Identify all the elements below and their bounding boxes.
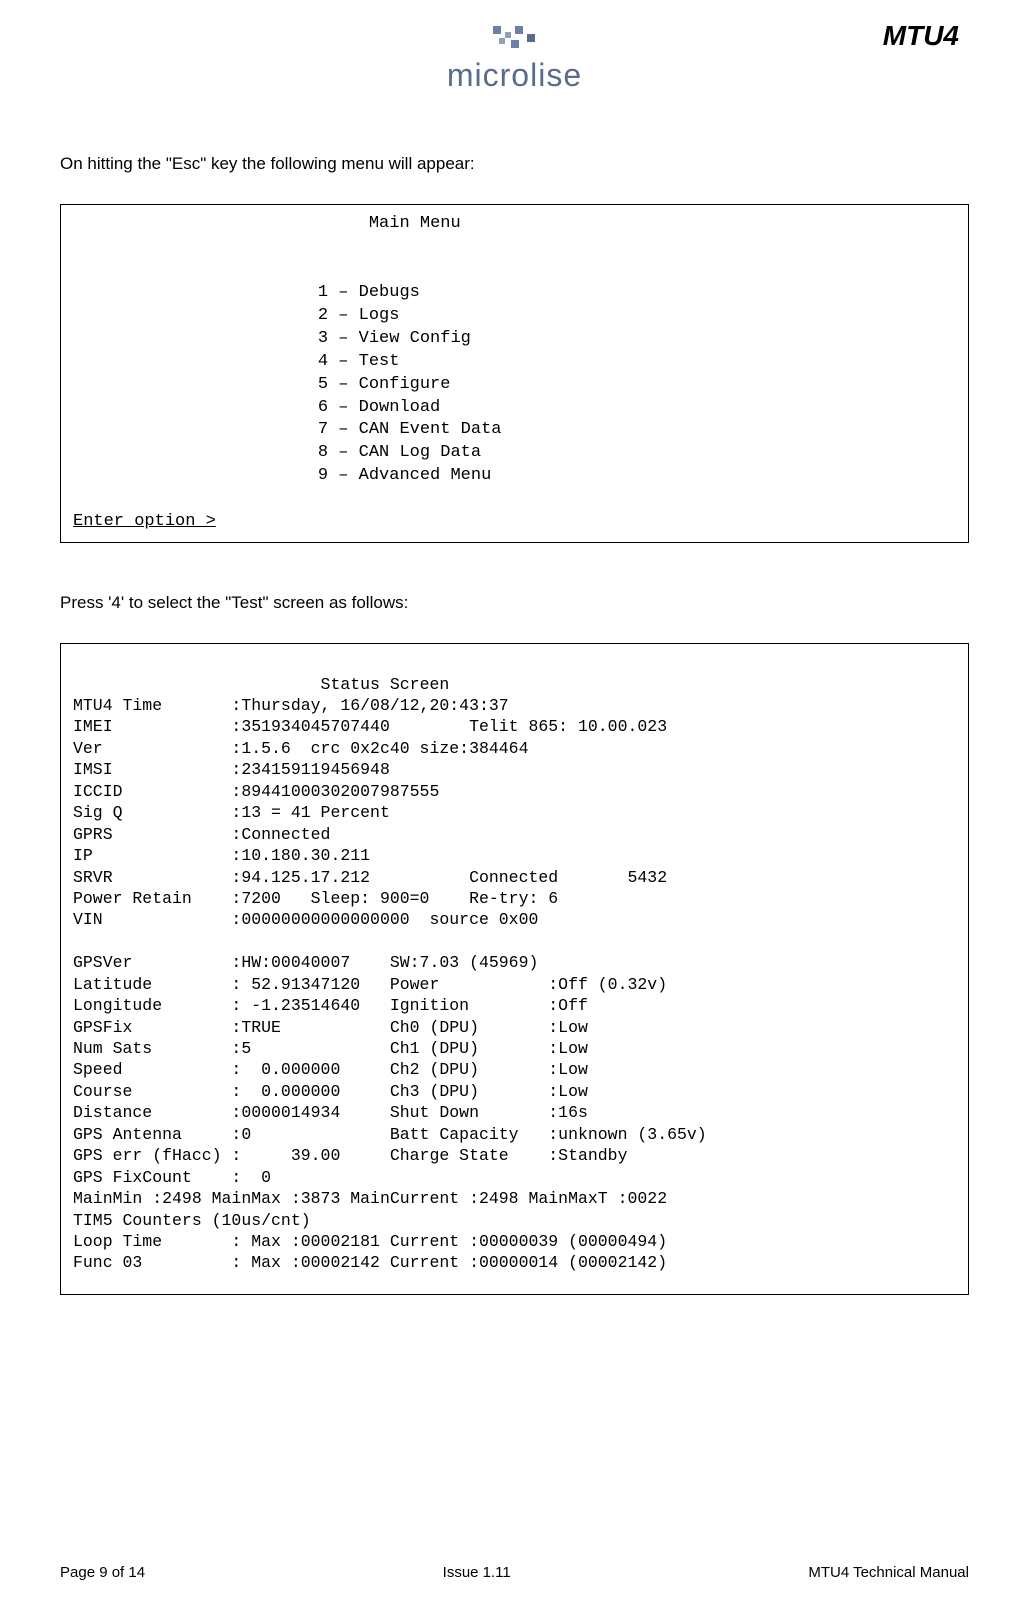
menu-items-block: 1 – Debugs 2 – Logs 3 – View Config 4 – … — [73, 259, 956, 488]
status-line: Latitude : 52.91347120 Power :Off (0.32v… — [73, 975, 667, 994]
menu-item: 3 – View Config — [318, 329, 471, 348]
status-line: MainMin :2498 MainMax :3873 MainCurrent … — [73, 1189, 667, 1208]
status-line: VIN :00000000000000000 source 0x00 — [73, 910, 538, 929]
status-line: Course : 0.000000 Ch3 (DPU) :Low — [73, 1082, 588, 1101]
brand-logo: microlise — [60, 24, 969, 94]
status-line: Power Retain :7200 Sleep: 900=0 Re-try: … — [73, 889, 558, 908]
status-line: SRVR :94.125.17.212 Connected 5432 — [73, 868, 667, 887]
menu-item: 4 – Test — [318, 352, 400, 371]
status-line: Func 03 : Max :00002142 Current :0000001… — [73, 1253, 667, 1272]
menu-title: Main Menu — [73, 213, 956, 236]
status-line: Longitude : -1.23514640 Ignition :Off — [73, 996, 588, 1015]
status-line: GPRS :Connected — [73, 825, 330, 844]
page-footer: Page 9 of 14 Issue 1.11 MTU4 Technical M… — [60, 1564, 969, 1581]
status-line: ICCID :89441000302007987555 — [73, 782, 439, 801]
menu-item: 9 – Advanced Menu — [318, 466, 491, 485]
status-line: TIM5 Counters (10us/cnt) — [73, 1211, 311, 1230]
status-line: Distance :0000014934 Shut Down :16s — [73, 1103, 588, 1122]
footer-title: MTU4 Technical Manual — [808, 1564, 969, 1581]
status-line: Num Sats :5 Ch1 (DPU) :Low — [73, 1039, 588, 1058]
status-line: Loop Time : Max :00002181 Current :00000… — [73, 1232, 667, 1251]
logo-icon — [485, 24, 545, 57]
footer-issue: Issue 1.11 — [443, 1564, 511, 1581]
status-line: GPS FixCount : 0 — [73, 1168, 271, 1187]
menu-item: 8 – CAN Log Data — [318, 443, 481, 462]
status-line: GPSFix :TRUE Ch0 (DPU) :Low — [73, 1018, 588, 1037]
menu-prompt[interactable]: Enter option > — [73, 512, 216, 531]
footer-page: Page 9 of 14 — [60, 1564, 145, 1581]
status-line: Speed : 0.000000 Ch2 (DPU) :Low — [73, 1060, 588, 1079]
intro-text-2: Press '4' to select the "Test" screen as… — [60, 593, 969, 613]
menu-item: 1 – Debugs — [318, 283, 420, 302]
status-line: GPS err (fHacc) : 39.00 Charge State :St… — [73, 1146, 628, 1165]
status-line: GPSVer :HW:00040007 SW:7.03 (45969) — [73, 953, 538, 972]
intro-text-1: On hitting the "Esc" key the following m… — [60, 154, 969, 174]
menu-item: 7 – CAN Event Data — [318, 420, 502, 439]
status-line: Sig Q :13 = 41 Percent — [73, 803, 390, 822]
status-title: Status Screen — [321, 675, 450, 694]
status-screen-terminal: Status Screen MTU4 Time :Thursday, 16/08… — [60, 643, 969, 1295]
status-line: Ver :1.5.6 crc 0x2c40 size:384464 — [73, 739, 528, 758]
status-line: IMEI :351934045707440 Telit 865: 10.00.0… — [73, 717, 667, 736]
status-line: IP :10.180.30.211 — [73, 846, 370, 865]
status-line: IMSI :234159119456948 — [73, 760, 390, 779]
menu-item: 6 – Download — [318, 398, 440, 417]
status-line: MTU4 Time :Thursday, 16/08/12,20:43:37 — [73, 696, 509, 715]
brand-name: microlise — [60, 57, 969, 94]
status-line: GPS Antenna :0 Batt Capacity :unknown (3… — [73, 1125, 707, 1144]
menu-item: 2 – Logs — [318, 306, 400, 325]
menu-item: 5 – Configure — [318, 375, 451, 394]
main-menu-terminal: Main Menu 1 – Debugs 2 – Logs 3 – View C… — [60, 204, 969, 543]
